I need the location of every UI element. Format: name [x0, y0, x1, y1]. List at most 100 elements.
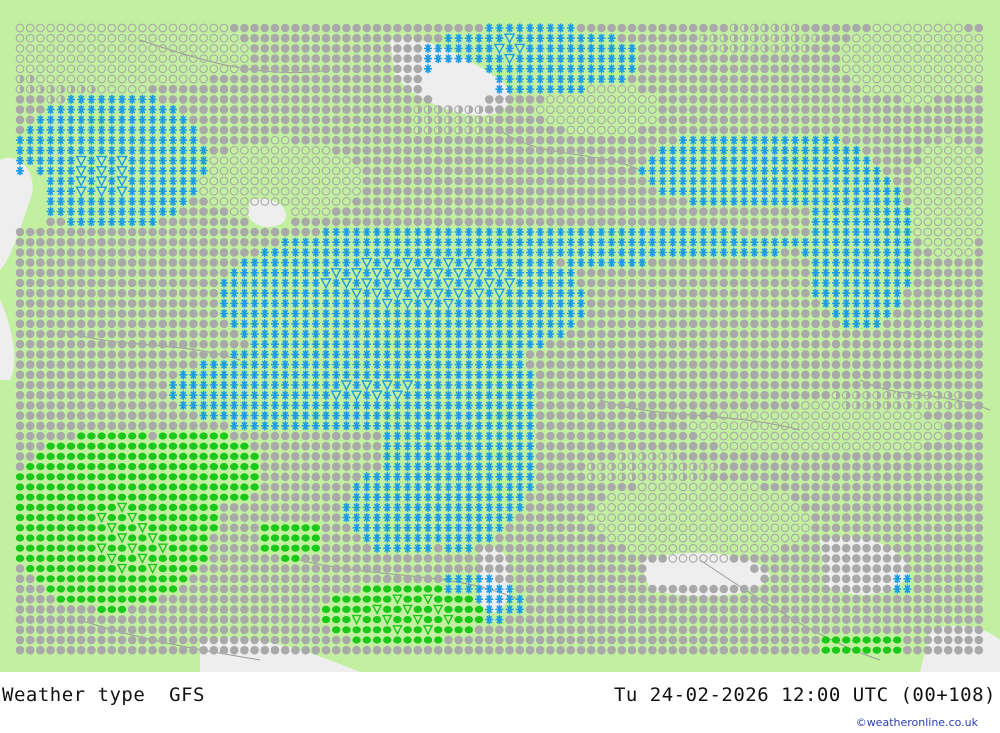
snow-symbol [842, 227, 851, 237]
overcast-symbol [66, 288, 76, 298]
snow-symbol [485, 339, 494, 349]
overcast-symbol [974, 390, 984, 400]
snow-symbol [475, 431, 483, 441]
overcast-symbol [76, 319, 86, 329]
overcast-symbol [321, 543, 331, 553]
overcast-symbol [974, 482, 984, 492]
overcast-symbol [229, 513, 239, 522]
overcast-symbol [535, 472, 545, 482]
snow-symbol [454, 431, 463, 441]
overcast-symbol [189, 288, 198, 298]
overcast-symbol [525, 513, 535, 522]
snow-symbol [179, 400, 188, 410]
snow-symbol [434, 43, 443, 53]
overcast-symbol [199, 299, 208, 308]
snow-symbol [393, 462, 402, 472]
overcast-symbol [546, 390, 555, 400]
overcast-symbol [862, 125, 871, 135]
overcast-symbol [576, 421, 586, 431]
overcast-symbol [127, 309, 137, 318]
overcast-symbol [250, 533, 259, 543]
snow-symbol [526, 43, 534, 53]
map-canvas[interactable] [0, 0, 1000, 672]
overcast-symbol [637, 135, 647, 145]
overcast-symbol [760, 319, 769, 329]
overcast-symbol [780, 452, 790, 461]
snow-symbol [526, 390, 534, 400]
overcast-symbol [923, 288, 933, 298]
overcast-symbol [484, 135, 494, 145]
overcast-symbol [617, 390, 627, 400]
overcast-symbol [709, 360, 718, 369]
rain-symbol [56, 544, 65, 552]
rain-symbol [168, 534, 178, 542]
overcast-symbol [556, 533, 565, 543]
overcast-symbol [46, 370, 55, 380]
snow-symbol [546, 329, 555, 339]
rain-symbol [97, 452, 106, 460]
overcast-symbol [546, 401, 555, 410]
snow-symbol [291, 278, 300, 288]
snow-symbol [454, 258, 463, 268]
overcast-symbol [954, 115, 963, 125]
snow-symbol [179, 196, 188, 206]
snow-symbol [260, 288, 269, 298]
overcast-symbol [637, 44, 647, 53]
overcast-symbol [943, 462, 953, 471]
snow-symbol [189, 156, 198, 166]
snow-symbol [36, 166, 45, 176]
overcast-symbol [66, 237, 76, 247]
overcast-symbol [709, 278, 718, 288]
overcast-symbol [535, 390, 545, 400]
snow-symbol [332, 227, 341, 237]
overcast-symbol [495, 217, 504, 227]
overcast-symbol [954, 462, 963, 471]
snow-symbol [424, 227, 432, 237]
snow-symbol [903, 278, 912, 288]
overcast-symbol [913, 156, 922, 165]
overcast-symbol [586, 452, 596, 461]
overcast-symbol [127, 339, 137, 349]
snow-symbol [689, 196, 698, 206]
overcast-symbol [66, 431, 76, 441]
snow-symbol [607, 74, 616, 84]
overcast-symbol [811, 492, 820, 502]
overcast-symbol [923, 278, 933, 288]
overcast-symbol [821, 309, 831, 318]
overcast-symbol [331, 431, 341, 441]
snow-symbol [515, 380, 524, 390]
snow-symbol [750, 176, 759, 186]
overcast-symbol [780, 482, 790, 492]
snow-symbol [424, 513, 432, 523]
snow-symbol [903, 207, 912, 217]
overcast-symbol [637, 176, 647, 186]
overcast-symbol [709, 125, 718, 135]
overcast-symbol [648, 441, 657, 451]
overcast-symbol [719, 309, 729, 318]
overcast-symbol [964, 411, 973, 420]
overcast-symbol [219, 207, 229, 216]
overcast-symbol [97, 390, 106, 400]
overcast-symbol [556, 421, 565, 431]
overcast-symbol [729, 472, 739, 482]
snow-symbol [311, 268, 320, 278]
overcast-symbol [148, 390, 157, 400]
overcast-symbol [790, 217, 800, 227]
snow-symbol [107, 145, 116, 155]
overcast-symbol [556, 441, 565, 451]
overcast-symbol [882, 135, 892, 145]
overcast-symbol [321, 472, 331, 482]
snow-symbol [526, 339, 534, 349]
snow-symbol [434, 523, 443, 533]
snow-symbol [434, 360, 443, 370]
snow-symbol [322, 288, 330, 298]
snow-symbol [36, 135, 45, 145]
rain-symbol [117, 544, 127, 552]
overcast-symbol [607, 309, 616, 318]
overcast-symbol [750, 452, 759, 461]
overcast-symbol [852, 462, 861, 471]
overcast-symbol [760, 309, 769, 318]
overcast-symbol [617, 482, 627, 492]
overcast-symbol [801, 492, 810, 502]
overcast-symbol [688, 360, 698, 369]
